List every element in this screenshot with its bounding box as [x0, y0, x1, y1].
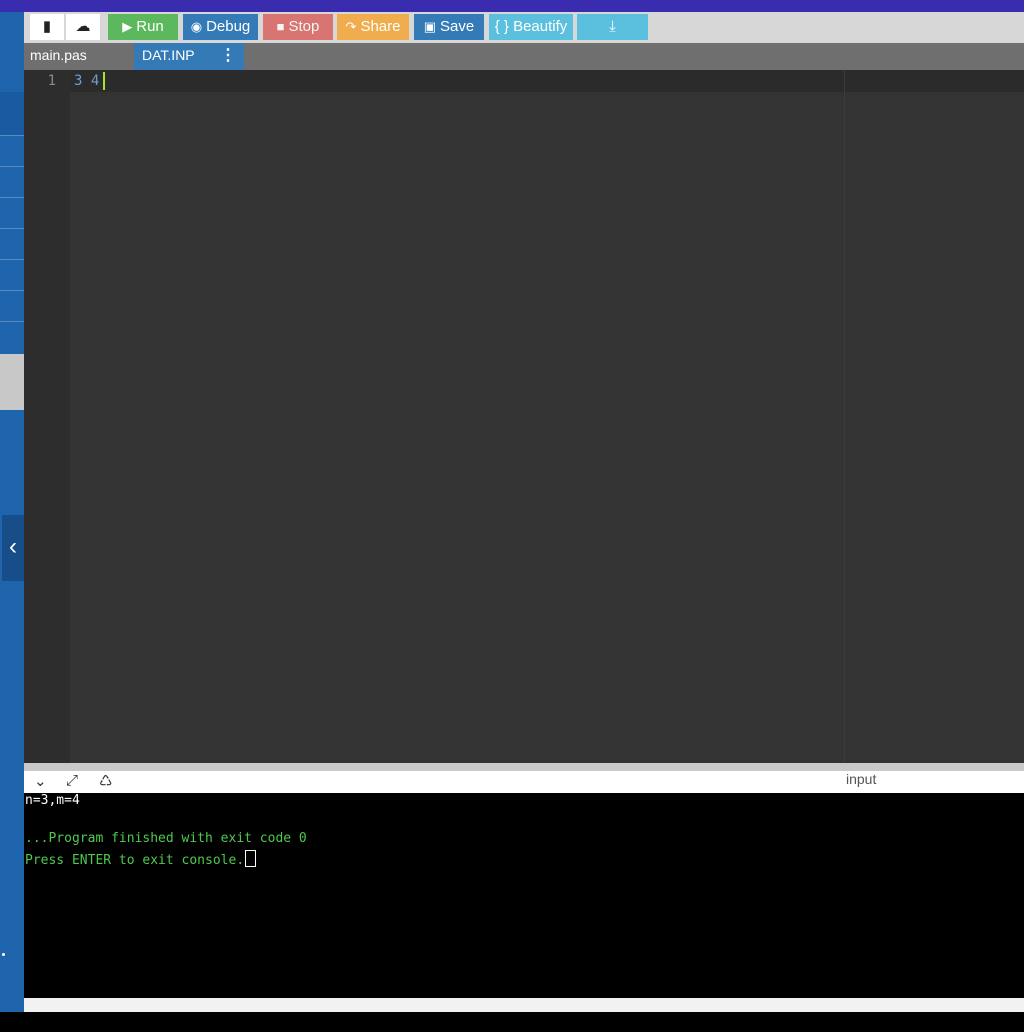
sidebar-block — [0, 92, 24, 135]
toolbar: ▮ ☁ ▶ Run ◉ Debug ■ Stop ↷ Share ▣ Save { } B… — [24, 12, 1024, 43]
stop-button[interactable]: ■ Stop — [263, 14, 333, 40]
line-number: 1 — [47, 73, 56, 89]
new-file-button[interactable]: ▮ — [30, 14, 64, 40]
active-line-highlight — [70, 70, 1024, 92]
sidebar-divider — [0, 290, 24, 291]
code-editor[interactable]: 1 3 4 — [24, 70, 1024, 763]
collapse-sidebar-button[interactable]: ‹ — [2, 515, 24, 581]
cloud-upload-icon: ☁ — [75, 18, 91, 35]
print-margin — [844, 70, 845, 763]
save-icon: ▣ — [423, 19, 437, 34]
console-toolbar: ⌄ ⤢ ♺ input — [24, 771, 1024, 793]
console-bottom-strip — [24, 998, 1024, 1012]
share-button[interactable]: ↷ Share — [337, 14, 409, 40]
panel-splitter[interactable] — [24, 763, 1024, 771]
sidebar-divider — [0, 135, 24, 136]
share-icon: ↷ — [345, 19, 357, 34]
sidebar-dot — [2, 953, 5, 956]
console-line: ...Program finished with exit code 0 — [25, 831, 307, 846]
debug-button[interactable]: ◉ Debug — [183, 14, 258, 40]
stop-icon: ■ — [276, 19, 285, 34]
console-line: n=3,m=4 — [25, 793, 80, 808]
debug-icon: ◉ — [190, 19, 203, 34]
sidebar: ‹ — [0, 12, 24, 1012]
beautify-button[interactable]: { } Beautify — [489, 14, 573, 40]
line-gutter: 1 — [24, 70, 70, 763]
output-console[interactable]: n=3,m=4 ...Program finished with exit co… — [24, 793, 1024, 998]
sidebar-scroll-area[interactable] — [0, 354, 24, 410]
terminal-cursor — [245, 850, 257, 867]
sidebar-divider — [0, 166, 24, 167]
sidebar-divider — [0, 197, 24, 198]
download-button[interactable]: ⤓ — [577, 14, 648, 40]
file-tabs: main.pas DAT.INP ⋮ — [24, 43, 1024, 70]
sidebar-divider — [0, 259, 24, 260]
tab-dat-inp[interactable]: DAT.INP ⋮ — [134, 43, 244, 70]
console-line: Press ENTER to exit console. — [25, 850, 257, 868]
clear-console-icon[interactable]: ♺ — [99, 772, 112, 790]
sidebar-divider — [0, 321, 24, 322]
code-line[interactable]: 3 4 — [74, 73, 99, 89]
braces-icon: { } Beautify — [494, 18, 568, 35]
text-cursor — [103, 72, 105, 90]
sidebar-divider — [0, 228, 24, 229]
run-button[interactable]: ▶ Run — [108, 14, 178, 40]
input-label[interactable]: input — [846, 771, 876, 788]
chevron-down-icon[interactable]: ⌄ — [34, 772, 47, 790]
expand-icon[interactable]: ⤢ — [66, 772, 78, 789]
download-icon: ⤓ — [609, 18, 616, 35]
window-top-bar — [0, 0, 1024, 12]
play-icon: ▶ — [122, 19, 133, 34]
save-button[interactable]: ▣ Save — [414, 14, 484, 40]
upload-button[interactable]: ☁ — [66, 14, 100, 40]
tab-main-pas[interactable]: main.pas — [24, 43, 134, 70]
tab-menu-icon[interactable]: ⋮ — [220, 43, 236, 68]
file-icon: ▮ — [42, 18, 52, 35]
